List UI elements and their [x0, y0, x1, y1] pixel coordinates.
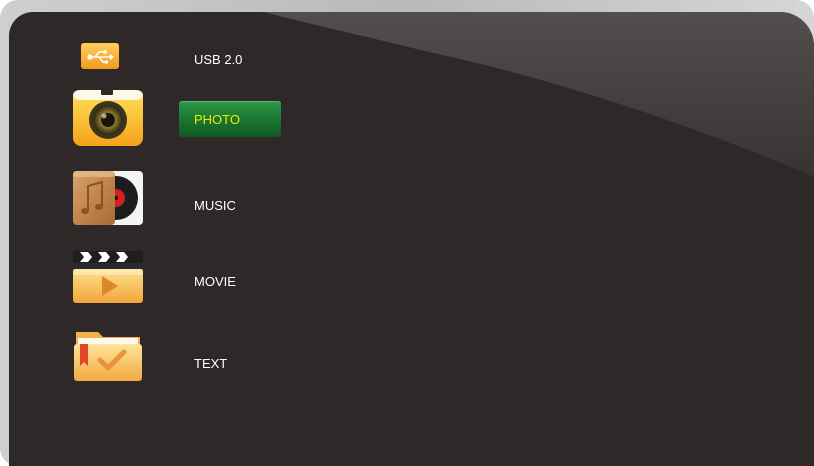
camera-icon — [73, 87, 143, 146]
menu-item-text[interactable] — [72, 328, 144, 382]
clapperboard-icon — [73, 251, 143, 303]
menu-label-text[interactable]: TEXT — [194, 356, 227, 372]
menu-label-movie[interactable]: MOVIE — [194, 274, 236, 290]
panel-sheen — [264, 12, 814, 177]
menu-label-photo[interactable]: PHOTO — [194, 112, 240, 128]
menu-item-photo[interactable] — [72, 87, 144, 147]
menu-label-music[interactable]: MUSIC — [194, 198, 236, 214]
source-label: USB 2.0 — [194, 52, 243, 67]
usb-icon — [81, 43, 119, 69]
music-record-icon — [73, 171, 143, 225]
menu-item-music[interactable] — [72, 170, 144, 226]
folder-check-icon — [74, 332, 142, 381]
media-menu-panel: USB 2.0 PHOTO MUSIC MOVIE TEXT — [9, 12, 814, 466]
menu-item-movie[interactable] — [72, 250, 144, 304]
